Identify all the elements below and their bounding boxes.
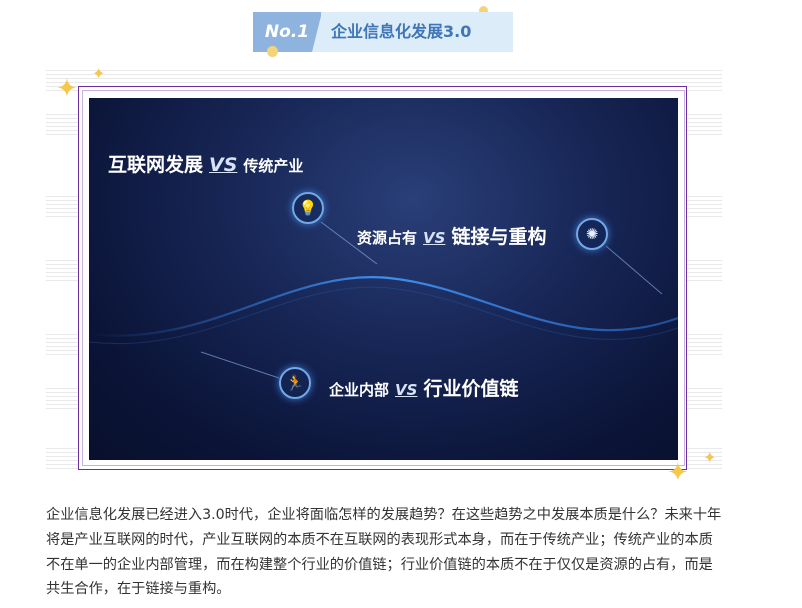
- line3-left: 企业内部: [329, 381, 390, 399]
- section-header: No.1 企业信息化发展3.0: [253, 6, 514, 57]
- line2-right: 链接与重构: [451, 226, 547, 248]
- sparkle-icon: ✦: [56, 74, 78, 104]
- banner-line-3: 企业内部 VS 行业价值链: [329, 374, 518, 401]
- line1-right: 传统产业: [243, 157, 304, 175]
- sparkle-icon: ✦: [92, 64, 106, 83]
- section-number: No.1: [253, 12, 321, 52]
- sparkle-icon: ✦: [667, 458, 689, 488]
- banner-image: 互联网发展 VS 传统产业 💡 资源占有 VS 链接与重构 ✺ 🏃 企业内部 VS 行业价值…: [89, 98, 678, 460]
- line3-right: 行业价值链: [423, 378, 519, 400]
- section-title: 企业信息化发展3.0: [312, 12, 513, 52]
- vs-label: VS: [395, 381, 418, 399]
- sparkle-icon: ✦: [703, 448, 717, 467]
- aperture-icon: ✺: [576, 218, 608, 250]
- vs-label: VS: [423, 229, 446, 247]
- decor-dot: [267, 46, 278, 57]
- body-paragraph: 企业信息化发展已经进入3.0时代，企业将面临怎样的发展趋势？在这些趋势之中发展本…: [46, 507, 722, 598]
- lightbulb-icon: 💡: [292, 192, 324, 224]
- running-person-icon: 🏃: [279, 367, 311, 399]
- banner-line-2: 资源占有 VS 链接与重构: [357, 222, 546, 249]
- line2-left: 资源占有: [357, 229, 418, 247]
- banner-line-1: 互联网发展 VS 传统产业: [108, 150, 303, 177]
- vs-label: VS: [209, 154, 238, 176]
- line1-left: 互联网发展: [108, 154, 204, 176]
